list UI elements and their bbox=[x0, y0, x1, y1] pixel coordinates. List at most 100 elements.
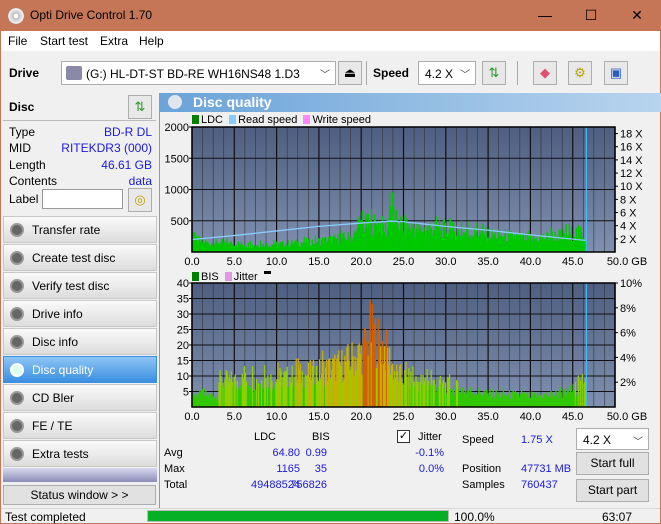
x-tick-label: 45.0 bbox=[562, 256, 583, 268]
y2-tick-label: 4% bbox=[620, 352, 636, 364]
samples-value: 760437 bbox=[521, 479, 558, 491]
elapsed-time: 63:07 bbox=[602, 510, 633, 524]
x-tick-label: 40.0 bbox=[520, 256, 541, 268]
toolbar-divider bbox=[517, 61, 518, 85]
nav-drive-info[interactable]: Drive info bbox=[3, 300, 157, 327]
col-ldc-header: LDC bbox=[254, 431, 277, 443]
x-tick-label: 5.0 bbox=[227, 411, 242, 423]
menu-extra[interactable]: Extra bbox=[100, 34, 128, 48]
legend-marker bbox=[263, 271, 271, 274]
y2-tick-label: 10 X bbox=[620, 181, 643, 193]
x-tick-label: 35.0 bbox=[477, 256, 498, 268]
x-tick-label: 50.0 GB bbox=[607, 256, 647, 268]
divider bbox=[3, 120, 156, 121]
test-speed-select[interactable]: 4.2 X ﹀ bbox=[576, 428, 649, 450]
bis-chart: 0.0 5.0 10.0 15.0 20.0 25.0 30.0 35.0 40.0 45.0 50… bbox=[177, 279, 647, 423]
jitter-checkbox[interactable]: ✓ bbox=[397, 430, 410, 443]
x-tick-label: 40.0 bbox=[520, 411, 541, 423]
menu-file[interactable]: File bbox=[8, 34, 27, 48]
nav-fe-te[interactable]: FE / TE bbox=[3, 412, 157, 439]
y-tick-label: 1000 bbox=[165, 185, 189, 197]
x-tick-label: 20.0 bbox=[350, 256, 371, 268]
y2-tick-label: 6% bbox=[620, 328, 636, 340]
progress-text: 100.0% bbox=[454, 510, 495, 524]
y-tick-label: 40 bbox=[177, 279, 189, 290]
sidebar: Disc ⇅ Type BD-R DL MID RITEKDR3 (000) L… bbox=[1, 93, 158, 508]
y-tick-label: 5 bbox=[183, 387, 189, 399]
y2-tick-label: 8 X bbox=[620, 194, 637, 206]
x-tick-label: 30.0 bbox=[435, 256, 456, 268]
panel-title: Disc quality bbox=[193, 94, 272, 110]
y-tick-label: 2000 bbox=[165, 123, 189, 134]
erase-button[interactable]: ◆ bbox=[533, 61, 557, 85]
y2-tick-label: 2 X bbox=[620, 234, 637, 246]
x-tick-label: 45.0 bbox=[562, 411, 583, 423]
start-part-button[interactable]: Start part bbox=[576, 479, 649, 502]
x-tick-label: 15.0 bbox=[308, 256, 329, 268]
maximize-button[interactable]: ☐ bbox=[568, 0, 614, 31]
y-tick-label: 25 bbox=[177, 325, 189, 337]
chevron-down-icon: ﹀ bbox=[460, 70, 470, 81]
y-tick-label: 30 bbox=[177, 309, 189, 321]
refresh-speed-button[interactable]: ⇅ bbox=[482, 61, 506, 85]
save-button[interactable]: ▣ bbox=[604, 61, 628, 85]
disc-label-button[interactable]: ◎ bbox=[128, 188, 152, 212]
nav-verify-test-disc[interactable]: Verify test disc bbox=[3, 272, 157, 299]
nav-disc-quality[interactable]: Disc quality bbox=[3, 356, 157, 383]
menu-help[interactable]: Help bbox=[139, 34, 164, 48]
progress-fill bbox=[148, 511, 448, 521]
nav-cd-bler[interactable]: CD Bler bbox=[3, 384, 157, 411]
avg-jitter: -0.1% bbox=[415, 447, 444, 459]
total-bis: 756826 bbox=[290, 479, 327, 491]
x-tick-label: 35.0 bbox=[477, 411, 498, 423]
avg-label: Avg bbox=[164, 447, 183, 459]
y2-tick-label: 8% bbox=[620, 303, 636, 315]
avg-ldc: 64.80 bbox=[272, 447, 300, 459]
eject-button[interactable]: ⏏ bbox=[338, 61, 362, 85]
status-window-button[interactable]: Status window > > bbox=[3, 485, 156, 505]
y-tick-label: 10 bbox=[177, 371, 189, 383]
y2-tick-label: 16 X bbox=[620, 142, 643, 154]
close-button[interactable]: ✕ bbox=[614, 0, 660, 31]
x-tick-label: 5.0 bbox=[227, 256, 242, 268]
disc-header: Disc bbox=[9, 100, 35, 114]
start-full-button[interactable]: Start full bbox=[576, 452, 649, 475]
speed-label: Speed bbox=[373, 66, 410, 80]
status-text: Test completed bbox=[5, 510, 86, 524]
x-tick-label: 25.0 bbox=[393, 256, 414, 268]
disc-label-label: Label bbox=[9, 192, 39, 206]
window-title: Opti Drive Control 1.70 bbox=[30, 8, 153, 22]
position-value: 47731 MB bbox=[521, 463, 572, 475]
samples-label: Samples bbox=[462, 479, 505, 491]
panel-header: Disc quality bbox=[160, 93, 661, 112]
disc-length-value: 46.61 GB bbox=[101, 158, 152, 172]
x-tick-label: 30.0 bbox=[435, 411, 456, 423]
max-jitter: 0.0% bbox=[418, 463, 444, 475]
disc-contents-value: data bbox=[128, 174, 152, 188]
toolbar-divider bbox=[366, 61, 367, 85]
nav-transfer-rate[interactable]: Transfer rate bbox=[3, 216, 157, 243]
disc-type-value: BD-R DL bbox=[103, 125, 152, 139]
disc-refresh-button[interactable]: ⇅ bbox=[128, 95, 152, 119]
disc-icon bbox=[168, 95, 182, 109]
speed-label: Speed bbox=[462, 434, 494, 446]
chevron-down-icon: ﹀ bbox=[320, 70, 330, 81]
minimize-button[interactable]: — bbox=[522, 0, 568, 31]
disc-icon bbox=[10, 447, 24, 461]
menu-start-test[interactable]: Start test bbox=[40, 34, 88, 48]
speed-select[interactable]: 4.2 X ﹀ bbox=[418, 61, 476, 85]
y2-tick-label: 14 X bbox=[620, 155, 643, 167]
col-bis-header: BIS bbox=[312, 431, 330, 443]
disc-mid-value: RITEKDR3 (000) bbox=[61, 141, 152, 155]
drive-select[interactable]: (G:) HL-DT-ST BD-RE WH16NS48 1.D3 ﹀ bbox=[61, 61, 336, 85]
nav-extra-tests[interactable]: Extra tests bbox=[3, 440, 157, 467]
settings-button[interactable]: ⚙ bbox=[568, 61, 592, 85]
position-label: Position bbox=[462, 463, 502, 475]
y2-tick-label: 2% bbox=[620, 377, 636, 389]
disc-label-input[interactable] bbox=[42, 189, 123, 209]
disc-icon bbox=[10, 363, 24, 377]
total-label: Total bbox=[164, 479, 188, 491]
nav-create-test-disc[interactable]: Create test disc bbox=[3, 244, 157, 271]
nav-disc-info[interactable]: Disc info bbox=[3, 328, 157, 355]
y2-tick-label: 18 X bbox=[620, 129, 643, 141]
